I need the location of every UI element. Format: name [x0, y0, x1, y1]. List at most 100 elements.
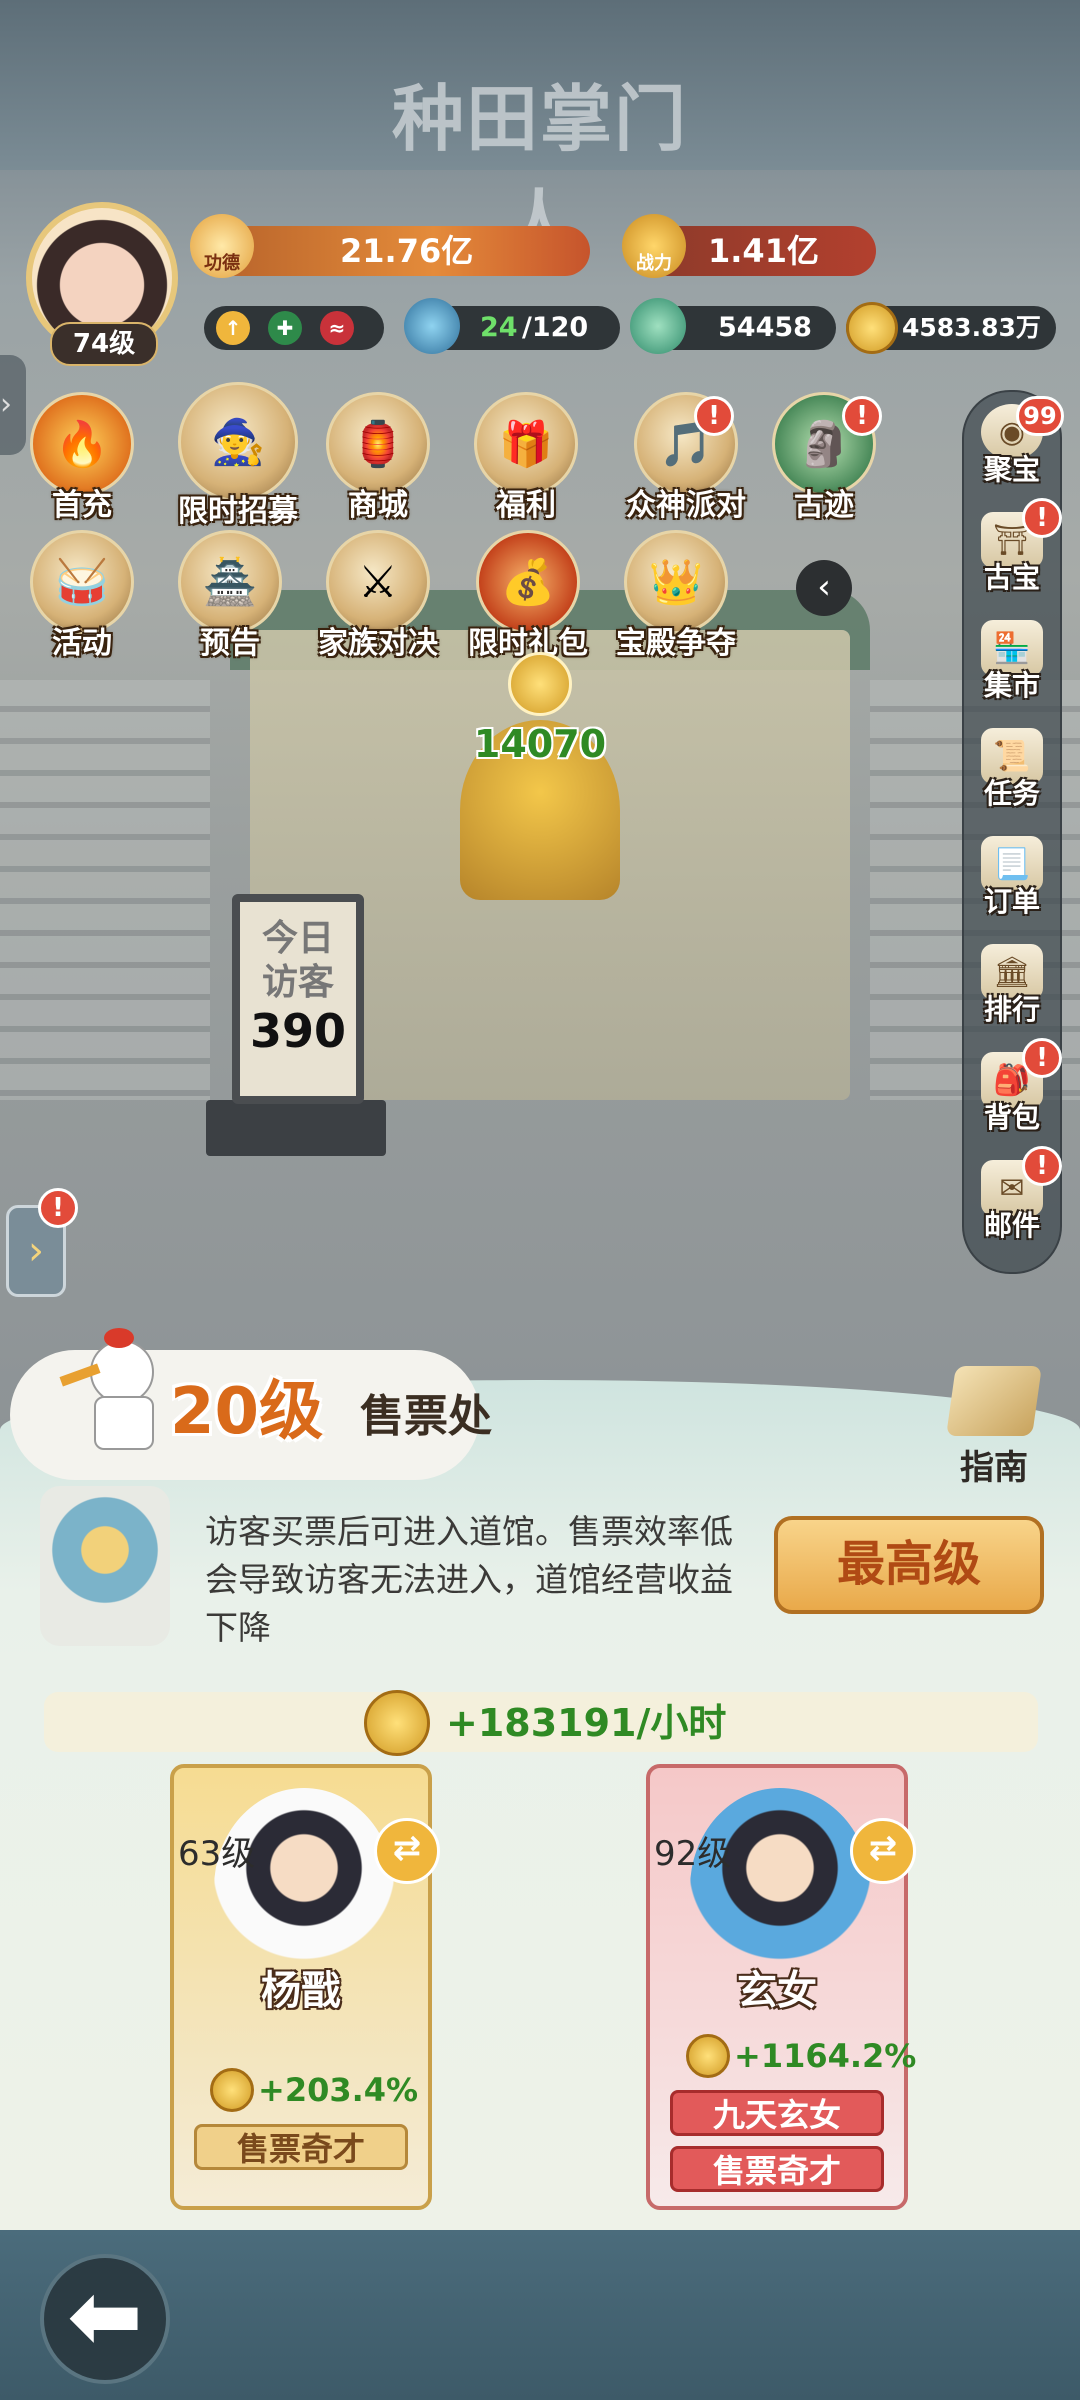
income-rate: +183191/小时 [446, 1701, 727, 1745]
booth-description: 访客买票后可进入道馆。售票效率低会导致访客无法进入，道馆经营收益下降 [205, 1512, 733, 1647]
first-charge-label: 首充 [52, 488, 112, 523]
tasks-label: 任务 [983, 777, 1040, 810]
character-tag: 售票奇才 [670, 2146, 884, 2192]
swords-icon: 战力 [622, 214, 686, 278]
treasure-gather-label: 聚宝 [983, 453, 1040, 486]
board-title-line1: 今日 [261, 917, 334, 959]
visitor-board: 今日 访客 390 [232, 894, 364, 1104]
visitor-board-title: 今日 访客 [240, 902, 356, 1004]
gongde-icon: 功德 [190, 214, 254, 278]
coin-value: 4583.83万 [902, 313, 1041, 342]
coin-icon [686, 2034, 730, 2078]
booth-name: 售票处 [360, 1391, 492, 1442]
palace-battle-label: 宝殿争夺 [616, 626, 736, 661]
first-charge-button[interactable]: 🔥 首充 [22, 392, 142, 532]
tasks-button[interactable]: 📜 任务 [964, 728, 1060, 828]
right-sidebar: ◉ 聚宝 99 ⛩ 古宝 ! 🏪 集市 📜 任务 📃 订单 🏛 排行 🎒 背包 … [962, 390, 1064, 1274]
treasure-gather-button[interactable]: ◉ 聚宝 99 [964, 396, 1064, 504]
swap-icon[interactable]: ⇄ [374, 1818, 440, 1884]
bonus-value: +203.4% [258, 2071, 419, 2109]
orders-button[interactable]: 📃 订单 [964, 836, 1060, 936]
booth-level: 20级 [170, 1375, 324, 1449]
character-bonus: +1164.2% [686, 2034, 916, 2078]
coin-icon [364, 1690, 430, 1756]
coin-pile-count: 14070 [473, 722, 607, 766]
alert-badge: ! [1022, 1038, 1062, 1078]
bonus-value: +1164.2% [734, 2037, 917, 2075]
notice-label: 预告 [200, 626, 260, 661]
limited-recruit-button[interactable]: 🧙 限时招募 [168, 382, 308, 532]
stamina-icon [404, 298, 460, 354]
alert-badge: ! [1022, 1146, 1062, 1186]
alert-badge: ! [842, 396, 882, 436]
jade-bar[interactable]: 54458 [630, 298, 836, 354]
character-bonus: +203.4% [210, 2068, 418, 2112]
family-duel-label: 家族对决 [318, 626, 438, 661]
character-tag: 九天玄女 [670, 2090, 884, 2136]
gods-party-button[interactable]: 🎵 众神派对 ! [616, 392, 756, 532]
ancient-treasure-label: 古宝 [983, 561, 1040, 594]
alert-badge: ! [38, 1188, 78, 1228]
coin-pile-icon[interactable] [508, 652, 572, 716]
coin-icon [846, 302, 898, 354]
zhanli-value: 1.41亿 [708, 232, 819, 270]
coin-bar[interactable]: 4583.83万 [846, 302, 1056, 354]
ruins-button[interactable]: 🗿 古迹 ! [764, 392, 884, 532]
game-title: 种田掌门人 [391, 76, 688, 266]
welfare-button[interactable]: 🎁 福利 [466, 392, 586, 532]
alert-badge: ! [1022, 498, 1062, 538]
status-buffs[interactable]: ↑ ✚ ≈ [204, 306, 384, 350]
visitor-count: 390 [249, 1004, 347, 1058]
limited-pack-button[interactable]: 💰 限时礼包 [458, 530, 598, 670]
character-level: 63级 [178, 1834, 256, 1874]
ancient-treasure-button[interactable]: ⛩ 古宝 ! [964, 498, 1062, 612]
stamina-max: /120 [522, 312, 589, 343]
zhanli-bar: 战力 1.41亿 [622, 214, 876, 278]
gods-party-label: 众神派对 [626, 488, 746, 523]
jade-value: 54458 [718, 312, 812, 343]
arrow-up-icon: ↑ [216, 311, 250, 345]
family-duel-button[interactable]: ⚔ 家族对决 [308, 530, 448, 670]
mail-button[interactable]: ✉ 邮件 ! [964, 1146, 1062, 1260]
count-badge: 99 [1016, 396, 1064, 436]
character-card-yangjian[interactable]: 63级 ⇄ 杨戬 +203.4% 售票奇才 [170, 1764, 440, 2210]
book-icon [946, 1366, 1042, 1436]
recruit-icon: 🧙 [178, 382, 298, 502]
guide-button[interactable]: 指南 [944, 1366, 1044, 1488]
board-stand [206, 1100, 386, 1156]
ticket-gate-icon [40, 1486, 170, 1646]
ruins-label: 古迹 [794, 488, 854, 523]
shop-label: 商城 [348, 488, 408, 523]
character-tag: 售票奇才 [194, 2124, 408, 2170]
claw-icon: ≈ [320, 311, 354, 345]
collapse-icons-button[interactable]: ‹ [796, 560, 852, 616]
palace-battle-button[interactable]: 👑 宝殿争夺 [606, 530, 746, 670]
stamina-value: 24 [480, 312, 518, 343]
market-button[interactable]: 🏪 集市 [964, 620, 1060, 720]
ranking-button[interactable]: 🏛 排行 [964, 944, 1060, 1044]
gongde-bar: 功德 21.76亿 [190, 214, 590, 278]
activity-button[interactable]: 🥁 活动 [22, 530, 142, 670]
notice-button[interactable]: 🏯 预告 [170, 530, 290, 670]
character-name: 玄女 [737, 1968, 817, 2014]
backpack-button[interactable]: 🎒 背包 ! [964, 1038, 1062, 1152]
swap-icon[interactable]: ⇄ [850, 1818, 916, 1884]
shop-button[interactable]: 🏮 商城 [318, 392, 438, 532]
welfare-label: 福利 [496, 488, 556, 523]
max-level-button[interactable]: 最高级 [774, 1516, 1044, 1614]
ranking-label: 排行 [983, 993, 1040, 1026]
guide-label: 指南 [960, 1448, 1028, 1488]
activity-label: 活动 [52, 626, 112, 661]
left-drawer-handle[interactable]: › [0, 355, 26, 455]
limited-recruit-label: 限时招募 [178, 494, 298, 529]
mail-label: 邮件 [983, 1209, 1040, 1242]
backpack-label: 背包 [983, 1101, 1040, 1134]
stairs-left [0, 680, 210, 1100]
character-name: 杨戬 [261, 1968, 341, 2014]
stamina-bar[interactable]: 24 /120 [404, 298, 620, 354]
character-card-xuannv[interactable]: 92级 ⇄ 玄女 +1164.2% 九天玄女 售票奇才 [646, 1764, 916, 2210]
player-level: 74级 [50, 322, 158, 366]
gongde-value: 21.76亿 [340, 232, 474, 270]
orders-label: 订单 [983, 885, 1040, 918]
back-arrow-icon[interactable]: ⬅ [40, 2254, 170, 2384]
